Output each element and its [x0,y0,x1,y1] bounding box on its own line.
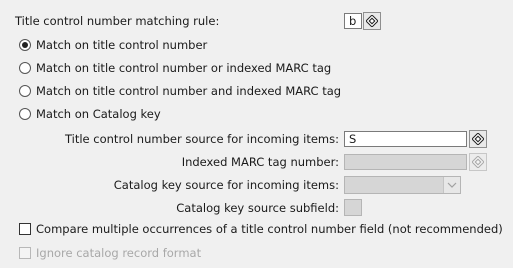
indexed-marc-label: Indexed MARC tag number: [181,155,339,169]
lookup-gadget-icon [472,133,484,145]
matching-rule-label: Title control number matching rule: [15,14,220,28]
radio-match-tcn[interactable] [19,39,31,51]
ignore-format-checkbox[interactable] [19,247,31,259]
lookup-gadget-icon [366,15,378,27]
lookup-gadget-icon [472,156,484,168]
radio-match-tcn-or-marc[interactable] [19,62,31,74]
radio-match-tcn-and-marc[interactable] [19,85,31,97]
tcn-source-input[interactable]: S [344,131,467,147]
compare-multiple-checkbox[interactable] [19,223,31,235]
radio-match-tcn-or-marc-label[interactable]: Match on title control number or indexed… [36,60,331,76]
radio-match-tcn-label[interactable]: Match on title control number [36,37,207,53]
matching-rule-panel: { "rule": { "label": "Title control numb… [0,0,513,268]
compare-multiple-label[interactable]: Compare multiple occurrences of a title … [36,221,503,237]
radio-match-catkey-label[interactable]: Match on Catalog key [36,106,161,122]
indexed-marc-input[interactable] [344,154,467,170]
chevron-down-icon[interactable] [443,177,460,193]
matching-rule-gadget-button[interactable] [363,12,381,30]
radio-match-tcn-and-marc-label[interactable]: Match on title control number and indexe… [36,83,341,99]
catkey-source-label: Catalog key source for incoming items: [113,178,339,192]
tcn-source-label: Title control number source for incoming… [64,132,339,146]
ignore-format-label[interactable]: Ignore catalog record format [36,245,201,261]
indexed-marc-gadget-button[interactable] [469,153,487,171]
catkey-source-select[interactable] [344,176,461,194]
catkey-subfield-input[interactable] [344,199,362,216]
radio-match-catkey[interactable] [19,108,31,120]
catkey-subfield-label: Catalog key source subfield: [176,201,339,215]
tcn-source-gadget-button[interactable] [469,130,487,148]
matching-rule-field[interactable]: b [344,13,362,29]
